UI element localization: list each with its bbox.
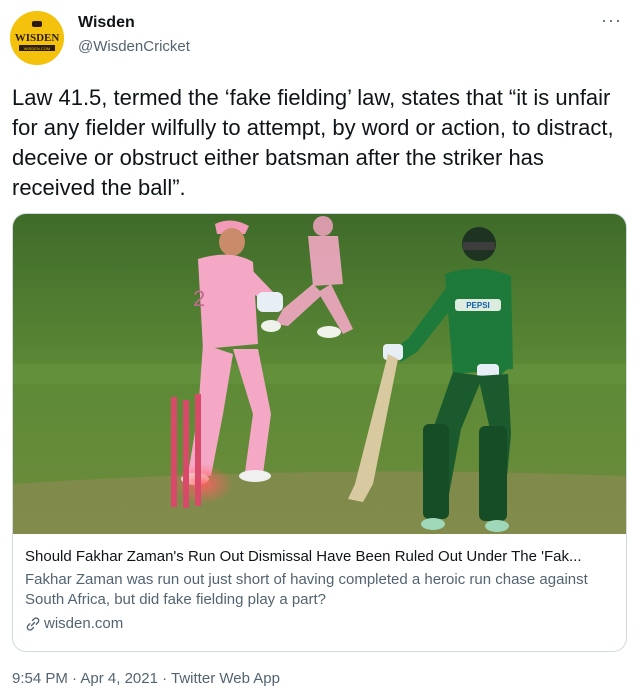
card-domain-text: wisden.com	[44, 615, 124, 632]
meta-separator: ·	[157, 670, 172, 687]
card-description: Fakhar Zaman was run out just short of h…	[25, 571, 588, 608]
avatar[interactable]: WISDEN WISDEN.COM	[10, 11, 64, 65]
tweet-meta: 9:54 PM · Apr 4, 2021 · Twitter Web App	[12, 670, 280, 687]
link-icon	[26, 617, 40, 631]
more-icon[interactable]: ···	[601, 10, 622, 31]
tweet-text: Law 41.5, termed the ‘fake fielding’ law…	[12, 85, 614, 200]
wisden-logo: WISDEN WISDEN.COM	[10, 11, 64, 65]
display-name[interactable]: Wisden	[78, 14, 135, 32]
svg-text:2: 2	[193, 286, 205, 311]
tweet-date[interactable]: Apr 4, 2021	[80, 670, 158, 687]
svg-text:WISDEN: WISDEN	[15, 32, 60, 44]
card-domain[interactable]: wisden.com	[25, 614, 617, 634]
card-image: 2 PEPSI	[13, 214, 626, 534]
tweet-time[interactable]: 9:54 PM	[12, 670, 68, 687]
card-title[interactable]: Should Fakhar Zaman's Run Out Dismissal …	[25, 547, 617, 567]
tweet-source[interactable]: Twitter Web App	[171, 670, 280, 687]
svg-text:WISDEN.COM: WISDEN.COM	[24, 46, 50, 51]
user-handle[interactable]: @WisdenCricket	[78, 38, 190, 55]
link-card[interactable]: 2 PEPSI Should Fakhar Zaman's Run Out Di…	[12, 213, 627, 652]
svg-text:PEPSI: PEPSI	[466, 301, 490, 310]
meta-separator: ·	[67, 670, 81, 687]
